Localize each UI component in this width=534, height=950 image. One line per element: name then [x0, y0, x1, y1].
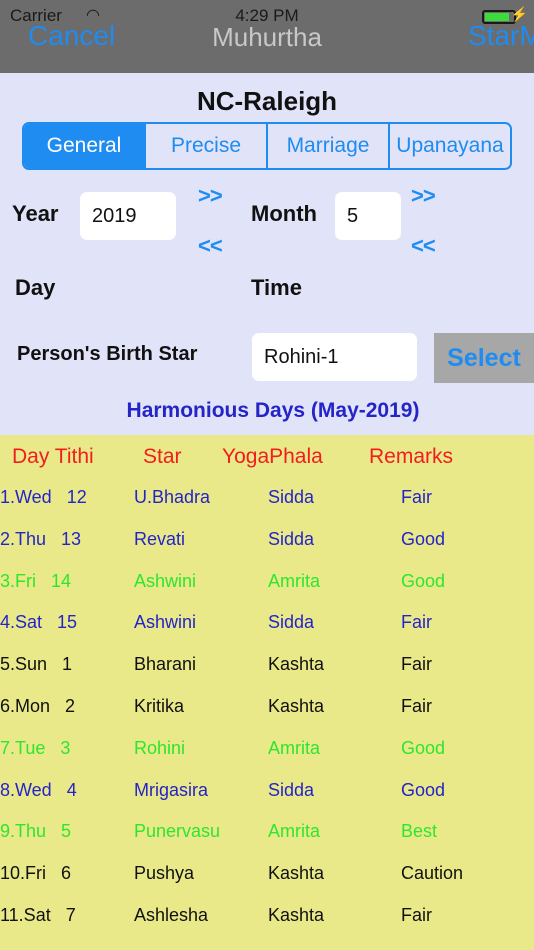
cell-day-tithi: 9.Thu 5	[0, 821, 72, 842]
cell-day-tithi: 1.Wed 12	[0, 487, 87, 507]
cell-yogaphala: Kashta	[268, 654, 325, 675]
birth-star-field[interactable]: Rohini-1	[252, 333, 417, 381]
cell-remarks: Fair	[401, 654, 432, 675]
cell-yogaphala: Sidda	[268, 779, 315, 800]
cell-yogaphala: Sidda	[268, 487, 315, 507]
header-yogaphala: YogaPhala	[222, 445, 323, 468]
nav-title: Muhurtha	[212, 22, 322, 52]
cell-yogaphala: Kashta	[268, 863, 325, 884]
cell-yogaphala: Sidda	[268, 612, 315, 633]
cell-remarks: Caution	[401, 863, 464, 884]
cell-star: Kritika	[134, 696, 185, 716]
tab-upanayana[interactable]: Upanayana	[388, 124, 510, 168]
cell-day-tithi: 2.Thu 13	[0, 528, 82, 549]
table-row[interactable]: 10.Fri 6 Pushya Kashta Caution	[0, 863, 534, 905]
table-row[interactable]: 5.Sun 1 Bharani Kashta Fair	[0, 654, 534, 696]
cell-remarks: Best	[401, 821, 438, 842]
cell-star: Ashwini	[134, 570, 197, 591]
cell-yogaphala: Amrita	[268, 821, 321, 842]
cell-star: Ashlesha	[134, 905, 209, 925]
navigation-bar: Carrier ◠ 4:29 PM ⚡ Cancel Muhurtha Star…	[0, 0, 534, 73]
cell-yogaphala: Amrita	[268, 737, 321, 758]
location-title: NC-Raleigh	[196, 86, 338, 116]
day-label: Day	[15, 275, 56, 300]
table-row[interactable]: 9.Thu 5 Punervasu Amrita Best	[0, 821, 534, 863]
settings-panel: NC-Raleigh General Precise Marriage Upan…	[0, 73, 534, 435]
tab-precise[interactable]: Precise	[144, 124, 266, 168]
cell-remarks: Good	[401, 528, 446, 549]
table-row[interactable]: 4.Sat 15 Ashwini Sidda Fair	[0, 612, 534, 654]
time-label: Time	[251, 275, 302, 300]
cell-remarks: Good	[401, 737, 446, 758]
cell-day-tithi: 7.Tue 3	[0, 737, 71, 758]
cell-remarks: Fair	[401, 487, 432, 507]
tab-general[interactable]: General	[24, 124, 144, 168]
year-prev-button[interactable]: <<	[198, 233, 223, 259]
table-row[interactable]: 3.Fri 14 Ashwini Amrita Good	[0, 571, 534, 613]
cell-day-tithi: 5.Sun 1	[0, 654, 73, 675]
table-row[interactable]: 7.Tue 3 Rohini Amrita Good	[0, 738, 534, 780]
starm-button[interactable]: StarM	[468, 20, 534, 52]
header-remarks: Remarks	[369, 445, 454, 468]
birth-star-label: Person's Birth Star	[17, 343, 198, 365]
cell-remarks: Fair	[401, 612, 432, 633]
tab-marriage[interactable]: Marriage	[266, 124, 388, 168]
cell-day-tithi: 10.Fri 6	[0, 863, 72, 884]
header-star: Star	[143, 445, 182, 468]
header-day-tithi: Day Tithi	[12, 445, 94, 468]
table-row[interactable]: 1.Wed 12 U.Bhadra Sidda Fair	[0, 487, 534, 529]
cell-star: Punervasu	[134, 821, 221, 842]
cell-star: Revati	[134, 528, 186, 549]
cell-yogaphala: Amrita	[268, 570, 321, 591]
cell-day-tithi: 4.Sat 15	[0, 612, 78, 633]
month-field[interactable]: 5	[335, 192, 401, 240]
table-row[interactable]: 11.Sat 7 Ashlesha Kashta Fair	[0, 905, 534, 947]
cell-yogaphala: Kashta	[268, 696, 325, 716]
cell-remarks: Good	[401, 570, 446, 591]
year-field[interactable]: 2019	[80, 192, 176, 240]
table-row[interactable]: 8.Wed 4 Mrigasira Sidda Good	[0, 780, 534, 822]
cell-day-tithi: 11.Sat 7	[0, 905, 76, 925]
select-button[interactable]: Select	[434, 333, 534, 383]
harmonious-days-title: Harmonious Days (May-2019)	[126, 399, 420, 422]
year-next-button[interactable]: >>	[198, 183, 223, 209]
cell-remarks: Good	[401, 779, 446, 800]
cell-yogaphala: Kashta	[268, 905, 325, 925]
cell-remarks: Fair	[401, 696, 432, 716]
cell-yogaphala: Sidda	[268, 528, 315, 549]
table-row[interactable]: 2.Thu 13 Revati Sidda Good	[0, 529, 534, 571]
cell-star: Bharani	[134, 654, 197, 675]
table-row[interactable]: 6.Mon 2 Kritika Kashta Fair	[0, 696, 534, 738]
year-label: Year	[12, 201, 59, 226]
cell-day-tithi: 3.Fri 14	[0, 570, 72, 591]
mode-segmented-control: General Precise Marriage Upanayana	[22, 122, 512, 170]
cell-star: U.Bhadra	[134, 487, 211, 507]
month-next-button[interactable]: >>	[411, 183, 436, 209]
cell-remarks: Fair	[401, 905, 432, 925]
cell-star: Rohini	[134, 737, 186, 758]
cell-star: Pushya	[134, 863, 195, 884]
month-prev-button[interactable]: <<	[411, 233, 436, 259]
cell-star: Ashwini	[134, 612, 197, 633]
month-label: Month	[251, 201, 317, 226]
cell-star: Mrigasira	[134, 779, 209, 800]
cell-day-tithi: 6.Mon 2	[0, 696, 76, 716]
cell-day-tithi: 8.Wed 4	[0, 779, 77, 800]
